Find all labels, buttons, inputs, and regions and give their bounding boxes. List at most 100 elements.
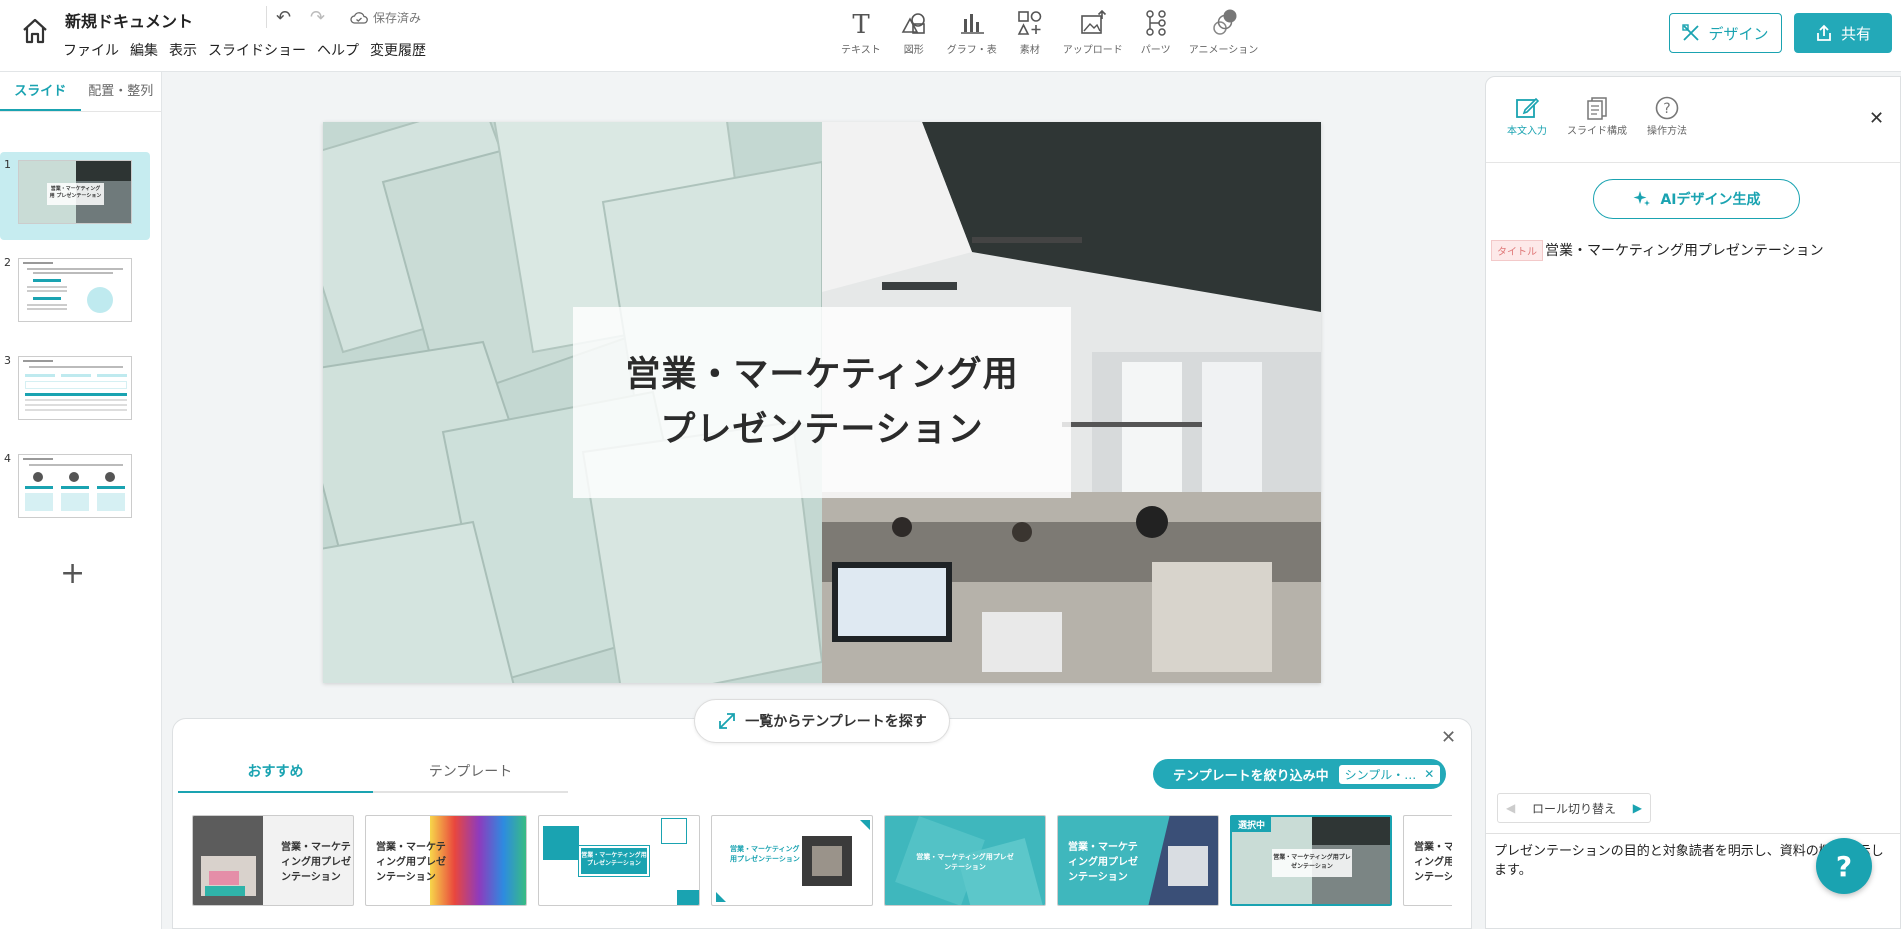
- role-tag: タイトル: [1491, 240, 1543, 261]
- template-card[interactable]: 営業・マーケティング用プレゼンテーション: [538, 815, 700, 906]
- filter-label: テンプレートを絞り込み中: [1173, 768, 1329, 784]
- tool-how-to[interactable]: ? 操作方法: [1647, 96, 1687, 137]
- template-card[interactable]: 営業・マーケティング用プレゼンテーション: [365, 815, 527, 906]
- menu-edit[interactable]: 編集: [130, 40, 158, 60]
- template-card[interactable]: 営業・マーケティング用プレゼンテーション: [192, 815, 354, 906]
- slide-sidebar: スライド 配置・整列 1 営業・マーケティング用 プレゼンテーション 2 3 4…: [0, 72, 162, 929]
- template-card-title: 営業・マーケティング用プレゼンテーション: [281, 842, 351, 883]
- menu-help[interactable]: ヘルプ: [317, 40, 359, 60]
- slides-icon: [1587, 97, 1607, 120]
- slide-thumbnail: [18, 258, 132, 322]
- question-icon[interactable]: ?: [1816, 838, 1872, 894]
- chip-close-icon[interactable]: ✕: [1424, 767, 1434, 781]
- share-button-label: 共有: [1840, 24, 1871, 43]
- menu-view[interactable]: 表示: [169, 40, 197, 60]
- menu-slideshow[interactable]: スライドショー: [208, 40, 306, 60]
- share-button[interactable]: 共有: [1794, 13, 1892, 53]
- chevron-left-icon[interactable]: ◀: [1506, 801, 1515, 815]
- document-title[interactable]: 新規ドキュメント: [65, 8, 193, 32]
- template-card-title: 営業・マーケティング用プレゼンテーション: [376, 842, 446, 883]
- selected-badge: 選択中: [1232, 817, 1272, 832]
- divider: [1486, 162, 1900, 163]
- slide-number: 4: [4, 452, 11, 465]
- template-card[interactable]: 営業・マーケティング用プレゼンテーション: [711, 815, 873, 906]
- tool-slide-structure[interactable]: スライド構成: [1567, 96, 1627, 137]
- redo-icon[interactable]: ↷: [310, 7, 325, 28]
- app-header: 新規ドキュメント ↶ ↷ 保存済み ファイル 編集 表示 スライドショー ヘルプ…: [0, 0, 1901, 72]
- close-icon[interactable]: ✕: [1441, 727, 1456, 748]
- tool-animation[interactable]: アニメーション: [1188, 8, 1259, 56]
- template-card[interactable]: 営業・マーケティング用プレゼンテーション: [1403, 815, 1452, 906]
- template-card-title: 営業・マーケティング用プレゼンテーション: [730, 845, 800, 863]
- browse-templates-button[interactable]: 一覧からテンプレートを探す: [694, 699, 950, 743]
- filter-chip[interactable]: シンプル・… ✕: [1338, 764, 1441, 784]
- template-filter-pill[interactable]: テンプレートを絞り込み中 シンプル・… ✕: [1153, 759, 1446, 789]
- role-switch-label: ロール切り替え: [1531, 801, 1616, 816]
- ai-design-button[interactable]: AIデザイン生成: [1593, 179, 1800, 219]
- slide-thumbnail: 営業・マーケティング用 プレゼンテーション: [18, 160, 132, 224]
- svg-text:T: T: [852, 10, 870, 38]
- tool-animation-label: アニメーション: [1188, 45, 1259, 56]
- template-card-title: 営業・マーケティング用プレゼンテーション: [916, 853, 1014, 871]
- tool-parts[interactable]: パーツ: [1141, 8, 1171, 56]
- question-circle-icon: ?: [1655, 96, 1679, 120]
- slide-title-box[interactable]: 営業・マーケティング用 プレゼンテーション: [573, 307, 1071, 498]
- tool-material[interactable]: 素材: [1015, 8, 1045, 56]
- tool-upload-label: アップロード: [1062, 45, 1123, 56]
- save-status-label: 保存済み: [373, 11, 422, 25]
- text-icon: T: [852, 10, 870, 38]
- upload-image-icon: [1080, 9, 1106, 34]
- tool-upload[interactable]: アップロード: [1063, 8, 1123, 56]
- cloud-check-icon: [350, 11, 368, 24]
- slide-title-line1: 営業・マーケティング用: [625, 354, 1019, 395]
- slide-number: 3: [4, 354, 11, 367]
- undo-icon[interactable]: ↶: [276, 7, 291, 28]
- role-switch[interactable]: ◀ ロール切り替え ▶: [1497, 793, 1651, 823]
- tool-text[interactable]: T テキスト: [841, 8, 881, 56]
- thumb-title: 営業・マーケティング用 プレゼンテーション: [47, 183, 104, 205]
- slide-thumb-3[interactable]: 3: [0, 348, 150, 436]
- slide-title-line2: プレゼンテーション: [660, 409, 984, 450]
- shape-icon: [901, 13, 925, 34]
- divider: [266, 6, 267, 28]
- menu-file[interactable]: ファイル: [63, 40, 119, 60]
- slide-thumb-2[interactable]: 2: [0, 250, 150, 338]
- tool-parts-label: パーツ: [1140, 45, 1171, 56]
- home-icon[interactable]: [18, 14, 52, 48]
- tab-recommended[interactable]: おすすめ: [178, 757, 373, 793]
- close-panel-icon[interactable]: ✕: [1869, 108, 1884, 129]
- sidebar-tabs: スライド 配置・整列: [0, 72, 161, 112]
- svg-text:?: ?: [1663, 101, 1670, 117]
- insert-toolbar: T テキスト 図形 グラフ・表 素材 アップロード パーツ アニメーション: [832, 8, 1267, 56]
- divider: [1486, 833, 1900, 834]
- menu-history[interactable]: 変更履歴: [370, 40, 426, 60]
- tab-templates[interactable]: テンプレート: [373, 757, 568, 791]
- sparkle-icon: [1633, 191, 1651, 206]
- role-text[interactable]: 営業・マーケティング用プレゼンテーション: [1545, 240, 1824, 260]
- tab-arrange[interactable]: 配置・整列: [81, 72, 162, 111]
- save-status: 保存済み: [350, 9, 421, 26]
- template-card[interactable]: 営業・マーケティング用プレゼンテーション: [884, 815, 1046, 906]
- slide-canvas[interactable]: 営業・マーケティング用 プレゼンテーション: [323, 122, 1321, 683]
- parts-icon: [1145, 10, 1166, 36]
- template-tabs: おすすめ テンプレート: [178, 757, 568, 793]
- slide-number: 2: [4, 256, 11, 269]
- slide-thumb-4[interactable]: 4: [0, 446, 150, 534]
- plus-icon[interactable]: +: [60, 556, 85, 591]
- tool-material-label: 素材: [1019, 45, 1040, 56]
- filter-chip-label: シンプル・…: [1344, 767, 1417, 782]
- template-card-title: 営業・マーケティング用プレゼンテーション: [581, 852, 647, 867]
- slide-thumbnail: [18, 356, 132, 420]
- template-card[interactable]: 営業・マーケティング用プレゼンテーション: [1057, 815, 1219, 906]
- slide-thumb-1[interactable]: 1 営業・マーケティング用 プレゼンテーション: [0, 152, 150, 240]
- tool-shape[interactable]: 図形: [899, 8, 929, 56]
- tool-how-to-label: 操作方法: [1647, 126, 1687, 137]
- tool-body-input[interactable]: 本文入力: [1507, 96, 1547, 137]
- design-button[interactable]: デザイン: [1669, 13, 1782, 53]
- template-card-selected[interactable]: 営業・マーケティング用プレゼンテーション 選択中: [1230, 815, 1392, 906]
- animation-icon: [1212, 9, 1236, 35]
- tab-slides[interactable]: スライド: [0, 72, 81, 111]
- bar-chart-icon: [960, 14, 984, 34]
- tool-chart[interactable]: グラフ・表: [947, 8, 997, 56]
- chevron-right-icon[interactable]: ▶: [1633, 801, 1642, 815]
